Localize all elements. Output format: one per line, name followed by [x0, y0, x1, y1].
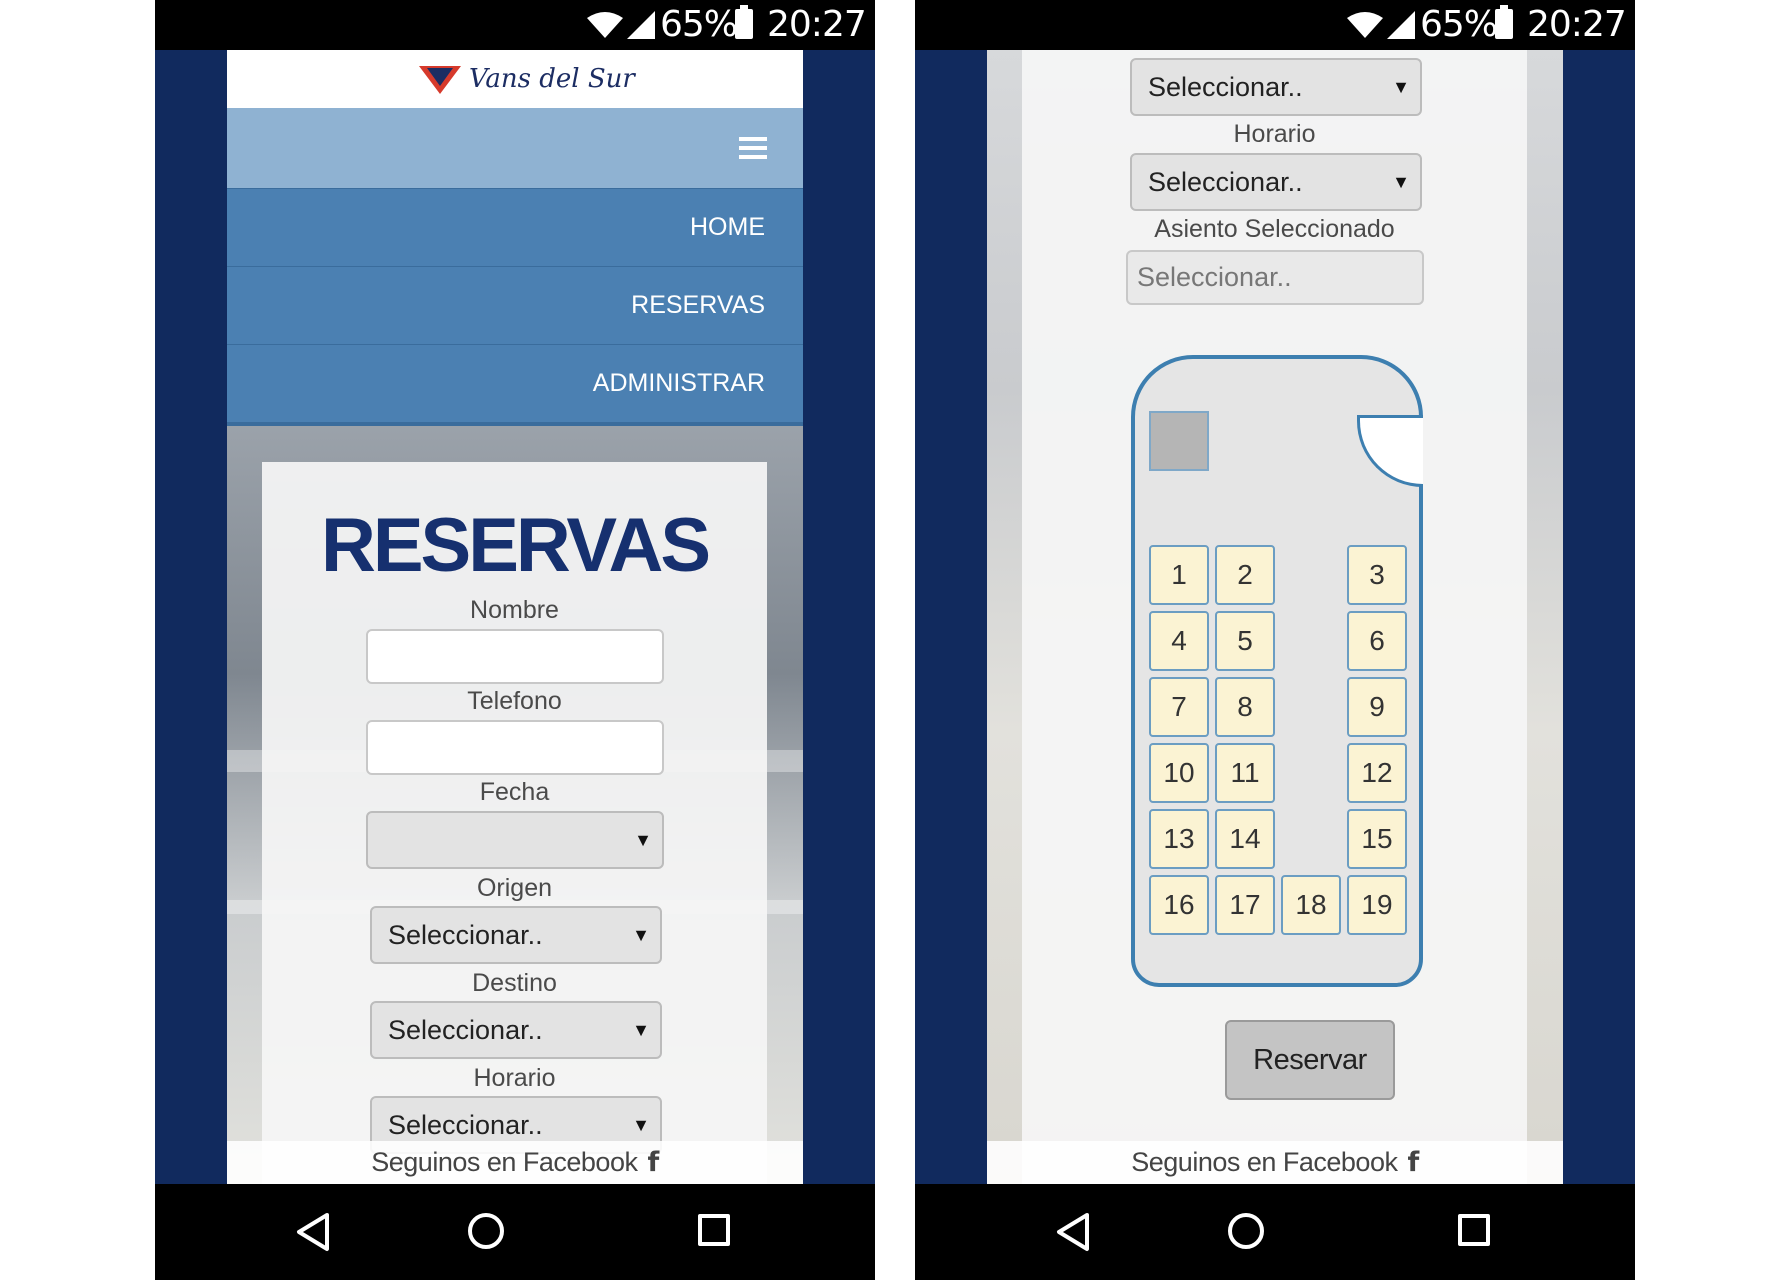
seat-4[interactable]: 4	[1149, 611, 1209, 671]
footer[interactable]: Seguinos en Facebook f	[227, 1141, 803, 1184]
asiento-input[interactable]: Seleccionar..	[1126, 250, 1424, 305]
telefono-input[interactable]	[366, 720, 664, 775]
nav-item-reservas[interactable]: RESERVAS	[227, 266, 803, 344]
origen-select[interactable]: Seleccionar.. ▼	[370, 906, 662, 964]
seat-7[interactable]: 7	[1149, 677, 1209, 737]
dropdown-arrow-icon: ▼	[1392, 172, 1410, 192]
brand-logo[interactable]: Vans del Sur	[417, 62, 635, 96]
reservar-button[interactable]: Reservar	[1225, 1020, 1395, 1100]
menu-bar	[227, 108, 803, 188]
android-nav-bar	[155, 1184, 875, 1280]
hamburger-menu-icon[interactable]	[739, 137, 767, 159]
home-icon[interactable]	[468, 1213, 504, 1249]
signal-icon	[627, 11, 655, 39]
seat-13[interactable]: 13	[1149, 809, 1209, 869]
web-page[interactable]: Vans del Sur HOME RESERVAS ADMINISTRAR R…	[227, 50, 803, 1184]
status-bar: 65% 20:27	[155, 0, 875, 50]
seat-14[interactable]: 14	[1215, 809, 1275, 869]
fecha-label: Fecha	[479, 778, 550, 806]
clock: 20:27	[1527, 4, 1627, 45]
seat-17[interactable]: 17	[1215, 875, 1275, 935]
battery-icon	[735, 5, 753, 39]
nombre-input[interactable]	[366, 629, 664, 684]
footer[interactable]: Seguinos en Facebook f	[987, 1141, 1563, 1184]
seat-10[interactable]: 10	[1149, 743, 1209, 803]
fecha-select[interactable]: ▼	[366, 811, 664, 869]
seat-11[interactable]: 11	[1215, 743, 1275, 803]
facebook-icon[interactable]: f	[1407, 1141, 1419, 1184]
nombre-label: Nombre	[470, 596, 559, 624]
horario-label: Horario	[1233, 120, 1316, 148]
reservation-form: Seleccionar.. ▼ Horario Seleccionar.. ▼ …	[1022, 50, 1527, 1184]
seat-2[interactable]: 2	[1215, 545, 1275, 605]
nav-item-administrar[interactable]: ADMINISTRAR	[227, 344, 803, 426]
horario-label: Horario	[473, 1064, 556, 1092]
seat-12[interactable]: 12	[1347, 743, 1407, 803]
seat-1[interactable]: 1	[1149, 545, 1209, 605]
footer-text: Seguinos en Facebook	[1131, 1147, 1398, 1177]
horario-select[interactable]: Seleccionar.. ▼	[1130, 153, 1422, 211]
dropdown-arrow-icon: ▼	[634, 830, 652, 850]
brand-name: Vans del Sur	[469, 64, 635, 94]
seat-9[interactable]: 9	[1347, 677, 1407, 737]
asiento-label: Asiento Seleccionado	[1154, 215, 1395, 243]
footer-text: Seguinos en Facebook	[371, 1147, 638, 1177]
seat-19[interactable]: 19	[1347, 875, 1407, 935]
dropdown-arrow-icon: ▼	[1392, 77, 1410, 97]
wifi-icon	[587, 12, 623, 38]
battery-icon	[1495, 5, 1513, 39]
battery-percent: 65%	[660, 4, 738, 45]
logo-mark-icon	[419, 66, 461, 94]
page-title: RESERVAS	[320, 503, 711, 588]
facebook-icon[interactable]: f	[647, 1141, 659, 1184]
back-icon[interactable]	[295, 1212, 331, 1252]
destino-select[interactable]: Seleccionar.. ▼	[1130, 58, 1422, 116]
seat-6[interactable]: 6	[1347, 611, 1407, 671]
home-icon[interactable]	[1228, 1213, 1264, 1249]
battery-percent: 65%	[1420, 4, 1498, 45]
signal-icon	[1387, 11, 1415, 39]
telefono-label: Telefono	[467, 687, 562, 715]
horario-select-value: Seleccionar..	[1148, 167, 1303, 197]
destino-select[interactable]: Seleccionar.. ▼	[370, 1001, 662, 1059]
origen-select-value: Seleccionar..	[388, 920, 543, 950]
clock: 20:27	[767, 4, 867, 45]
back-icon[interactable]	[1055, 1212, 1091, 1252]
destino-label: Destino	[472, 969, 557, 997]
origen-label: Origen	[476, 874, 553, 902]
seat-15[interactable]: 15	[1347, 809, 1407, 869]
brand-header: Vans del Sur	[227, 50, 803, 108]
bus-door	[1357, 415, 1423, 487]
recent-apps-icon[interactable]	[698, 1214, 730, 1246]
seat-5[interactable]: 5	[1215, 611, 1275, 671]
status-bar: 65% 20:27	[915, 0, 1635, 50]
bus-seat-map: 1 2 3 4 5 6 7 8 9 10 11 12 13 14 15 16 17 18 19	[1131, 355, 1423, 987]
dropdown-arrow-icon: ▼	[632, 1020, 650, 1040]
recent-apps-icon[interactable]	[1458, 1214, 1490, 1246]
wifi-icon	[1347, 12, 1383, 38]
phone-screen-right: 65% 20:27 Seleccionar.. ▼ Horario Selecc…	[915, 0, 1635, 1280]
driver-seat	[1149, 411, 1209, 471]
web-page[interactable]: Seleccionar.. ▼ Horario Seleccionar.. ▼ …	[987, 50, 1563, 1184]
android-nav-bar	[915, 1184, 1635, 1280]
reservation-form: RESERVAS Nombre Telefono Fecha ▼ Origen …	[262, 462, 767, 1184]
seat-8[interactable]: 8	[1215, 677, 1275, 737]
destino-select-value: Seleccionar..	[1148, 72, 1303, 102]
seat-3[interactable]: 3	[1347, 545, 1407, 605]
destino-select-value: Seleccionar..	[388, 1015, 543, 1045]
nav-item-home[interactable]: HOME	[227, 188, 803, 266]
seat-16[interactable]: 16	[1149, 875, 1209, 935]
dropdown-arrow-icon: ▼	[632, 925, 650, 945]
horario-select-value: Seleccionar..	[388, 1110, 543, 1140]
seat-18[interactable]: 18	[1281, 875, 1341, 935]
phone-screen-left: 65% 20:27 Vans del Sur HOME RESERVAS ADM…	[155, 0, 875, 1280]
